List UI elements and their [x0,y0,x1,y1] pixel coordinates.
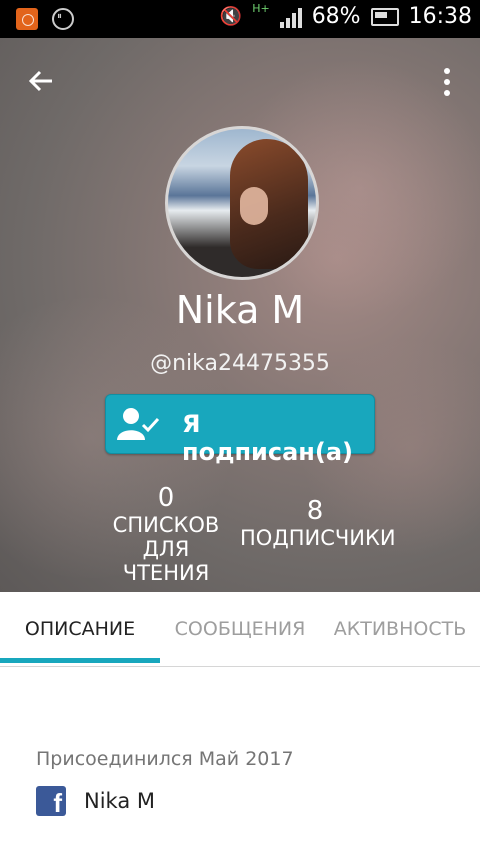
back-arrow-icon[interactable] [26,66,56,102]
status-bar: 🔇 H+ 68% 16:38 [0,0,480,38]
follow-button-label: Я подписан(а) [182,410,353,466]
network-type: H+ [252,2,270,15]
overflow-menu-icon[interactable] [444,68,450,96]
mute-icon: 🔇 [219,6,243,27]
tab-messages[interactable]: СООБЩЕНИЯ [160,592,320,666]
reading-lists-count: 0 [157,483,175,513]
user-check-icon [117,408,160,440]
followers-stat[interactable]: 8 ПОДПИСЧИКИ [240,496,396,550]
battery-percent: 68% [311,4,361,29]
battery-icon [370,7,399,26]
profile-tabs: ОПИСАНИЕ СООБЩЕНИЯ АКТИВНОСТЬ [0,592,480,667]
joined-date: Присоединился Май 2017 [36,748,294,770]
app-notification-icon [16,8,38,30]
followers-count: 8 [306,496,324,526]
signal-icon [279,6,302,28]
reading-lists-label: СПИСКОВ ДЛЯ [112,513,220,561]
profile-handle: @nika24475355 [150,351,330,376]
avatar-face-shape [240,187,268,225]
tab-activity[interactable]: АКТИВНОСТЬ [320,592,480,666]
active-tab-indicator [0,658,160,663]
avatar[interactable] [165,126,319,280]
media-pause-icon [52,8,74,30]
reading-lists-label-2: ЧТЕНИЯ [122,561,210,585]
profile-name: Nika M [175,288,305,332]
reading-lists-stat[interactable]: 0 СПИСКОВ ДЛЯ ЧТЕНИЯ [92,483,240,585]
facebook-link[interactable]: f Nika M [36,786,155,818]
tab-description[interactable]: ОПИСАНИЕ [0,592,160,666]
facebook-name: Nika M [84,789,155,813]
followers-label: ПОДПИСЧИКИ [240,526,396,550]
follow-button[interactable]: Я подписан(а) [105,394,375,466]
facebook-icon: f [36,786,66,818]
clock: 16:38 [408,4,472,29]
profile-header: Nika M @nika24475355 Я подписан(а) 0 СПИ… [0,38,480,592]
